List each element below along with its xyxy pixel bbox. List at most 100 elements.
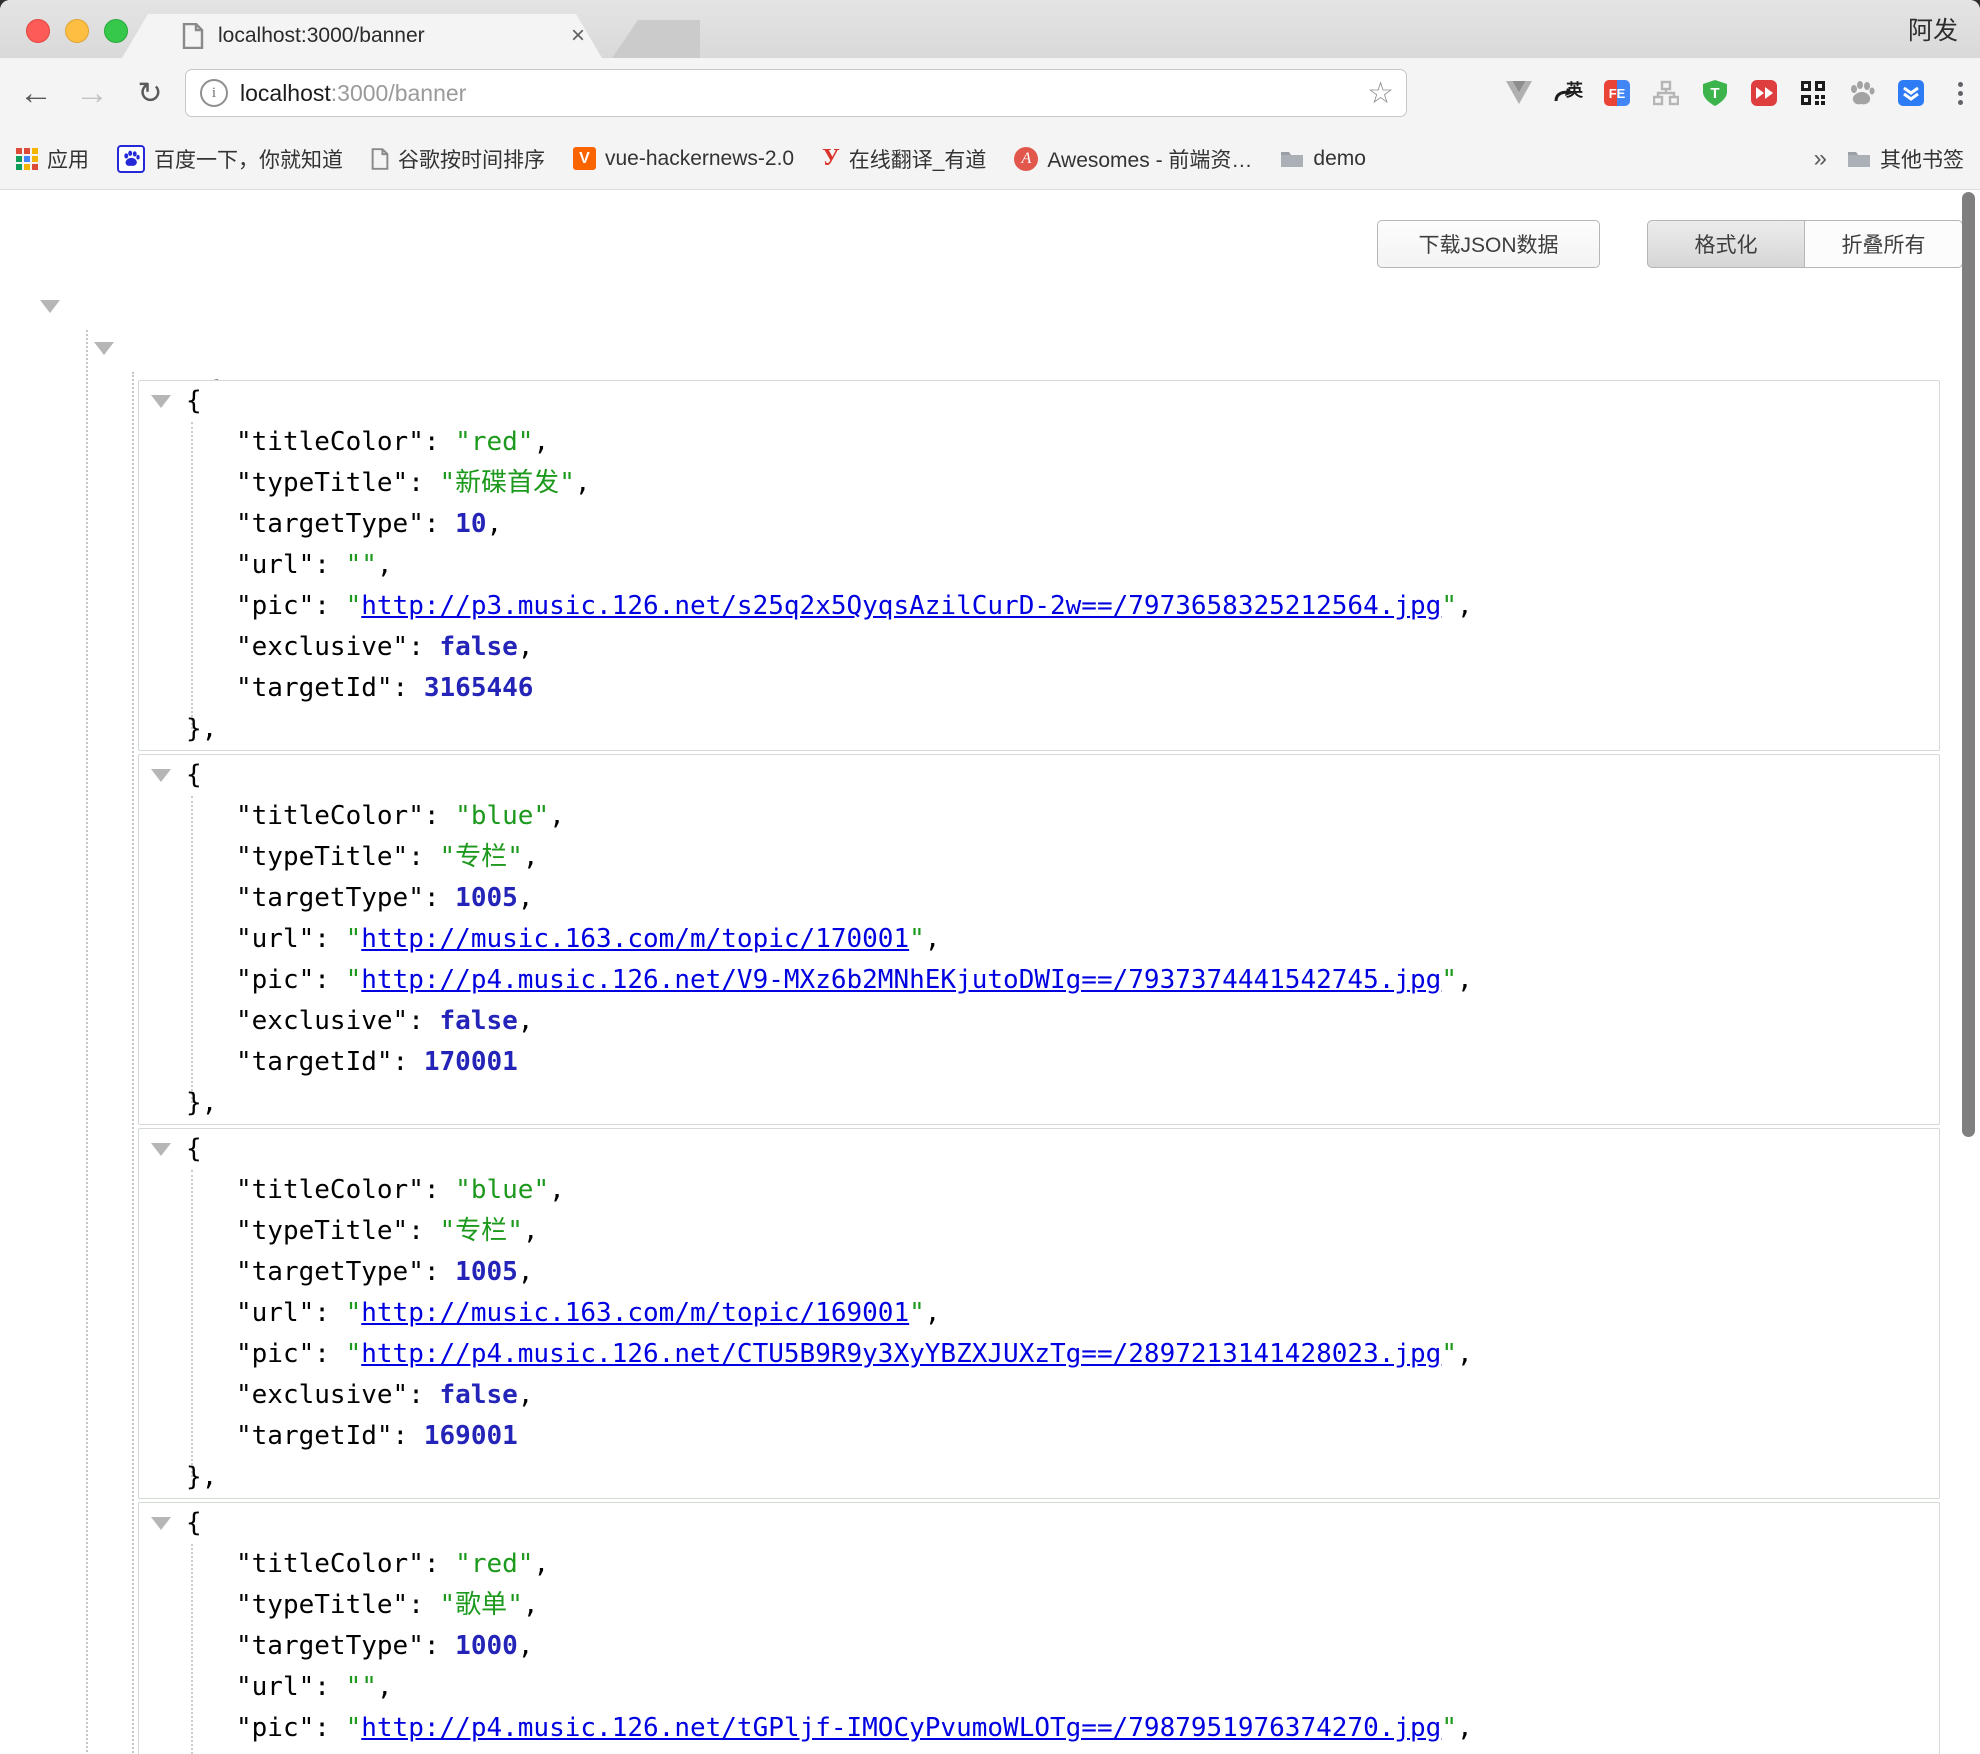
banner-object-box: {"titleColor": "red","typeTitle": "歌单","… — [138, 1502, 1940, 1754]
forward-button: → — [70, 58, 114, 128]
active-tab[interactable]: localhost:3000/banner × — [122, 14, 602, 58]
bookmark-awesomes[interactable]: A Awesomes - 前端资… — [1014, 144, 1252, 174]
folder-icon — [1280, 149, 1304, 168]
json-punct: }, — [186, 1462, 217, 1492]
json-punct: " — [455, 801, 471, 831]
paw-extension-icon[interactable] — [1848, 79, 1876, 107]
other-bookmarks-folder[interactable]: 其他书签 — [1847, 144, 1964, 174]
json-link-value[interactable]: http://p4.music.126.net/CTU5B9R9y3XyYBZX… — [361, 1339, 1441, 1369]
json-link-value[interactable]: http://music.163.com/m/topic/170001 — [361, 924, 909, 954]
collapse-triangle-icon[interactable] — [151, 1517, 171, 1530]
collapse-triangle-icon[interactable] — [94, 342, 114, 355]
json-punct: , — [1457, 591, 1473, 621]
json-punct: " — [518, 427, 534, 457]
indent-guide — [132, 372, 134, 1754]
json-punct: : — [424, 1549, 455, 1579]
bookmark-star-icon[interactable]: ☆ — [1367, 76, 1394, 111]
json-punct: " — [236, 632, 252, 662]
json-punct: : — [424, 509, 455, 539]
json-punct: , — [575, 468, 591, 498]
json-punct: " — [236, 1672, 252, 1702]
banner-object-box: {"titleColor": "blue","typeTitle": "专栏",… — [138, 754, 1940, 1125]
collapse-triangle-icon[interactable] — [151, 1143, 171, 1156]
browser-menu-icon[interactable] — [1946, 79, 1974, 107]
collapse-triangle-icon[interactable] — [151, 395, 171, 408]
json-punct: " — [909, 1298, 925, 1328]
bookmark-google-sort[interactable]: 谷歌按时间排序 — [371, 144, 545, 174]
zoom-window-button[interactable] — [104, 19, 128, 43]
json-string-value: red — [471, 427, 518, 457]
fast-forward-extension-icon[interactable] — [1750, 79, 1778, 107]
back-button[interactable]: ← — [14, 58, 58, 128]
collapse-triangle-icon[interactable] — [40, 300, 60, 313]
json-link-value[interactable]: http://p3.music.126.net/s25q2x5QyqsAzilC… — [361, 591, 1441, 621]
json-punct: " — [440, 842, 456, 872]
json-key: pic — [252, 1339, 299, 1369]
json-object-open-row: { — [139, 381, 1939, 422]
json-punct: " — [1441, 1713, 1457, 1743]
json-punct: , — [1457, 1339, 1473, 1369]
qr-code-extension-icon[interactable] — [1799, 79, 1827, 107]
bookmark-vue-hackernews[interactable]: V vue-hackernews-2.0 — [573, 147, 794, 171]
json-object-open-row: { — [139, 755, 1939, 796]
reload-button[interactable]: ↻ — [128, 58, 172, 128]
json-key: titleColor — [252, 1549, 409, 1579]
sitemap-extension-icon[interactable] — [1652, 79, 1680, 107]
json-punct: }, — [186, 714, 217, 744]
bookmarks-overflow-chevron[interactable]: » — [1814, 145, 1827, 173]
page-info-icon[interactable]: i — [200, 79, 228, 107]
tab-close-icon[interactable]: × — [562, 14, 594, 58]
json-punct: " — [346, 1713, 362, 1743]
json-link-value[interactable]: http://music.163.com/m/topic/169001 — [361, 1298, 909, 1328]
json-link-value[interactable]: http://p4.music.126.net/V9-MXz6b2MNhEKju… — [361, 965, 1441, 995]
page-content: 下载JSON数据 格式化 折叠所有 { "banners": [ {"title… — [0, 190, 1980, 1754]
json-key: titleColor — [252, 801, 409, 831]
json-link-value[interactable]: http://p4.music.126.net/tGPljf-IMOCyPvum… — [361, 1713, 1441, 1743]
json-punct: " — [236, 550, 252, 580]
bookmark-baidu[interactable]: 百度一下，你就知道 — [117, 144, 343, 174]
bookmarks-bar: 应用 百度一下，你就知道 谷歌按时间排序 V vue-hackernews-2.… — [0, 128, 1980, 190]
bookmark-folder-demo[interactable]: demo — [1280, 147, 1366, 171]
json-punct: : — [314, 965, 345, 995]
json-punct: " — [299, 1339, 315, 1369]
json-punct: " — [236, 965, 252, 995]
shield-extension-icon[interactable]: T — [1701, 79, 1729, 107]
address-bar[interactable]: i localhost :3000/banner ☆ — [185, 69, 1407, 117]
bookmark-youdao[interactable]: У 在线翻译_有道 — [822, 144, 986, 174]
collapse-triangle-icon[interactable] — [151, 769, 171, 782]
json-field-row: "titleColor": "blue", — [139, 796, 1939, 837]
clipper-extension-icon[interactable] — [1897, 79, 1925, 107]
json-punct: : — [408, 1590, 439, 1620]
json-field-row: "url": "", — [139, 545, 1939, 586]
profile-name[interactable]: 阿发 — [1908, 0, 1958, 58]
json-punct: , — [1457, 965, 1473, 995]
json-punct: " — [299, 1713, 315, 1743]
json-punct: " — [299, 550, 315, 580]
json-punct: " — [361, 550, 377, 580]
json-punct: , — [523, 1216, 539, 1246]
new-tab-button[interactable] — [612, 20, 700, 58]
url-path: :3000/banner — [331, 80, 467, 107]
close-window-button[interactable] — [26, 19, 50, 43]
json-field-row: "titleColor": "red", — [139, 422, 1939, 463]
json-field-row: "targetId": 170001 — [139, 1042, 1939, 1083]
json-punct: " — [346, 1298, 362, 1328]
vue-devtools-icon[interactable] — [1505, 79, 1533, 107]
json-field-row: "typeTitle": "专栏", — [139, 837, 1939, 878]
banners-array: {"titleColor": "red","typeTitle": "新碟首发"… — [0, 380, 1980, 1754]
json-punct: , — [549, 1175, 565, 1205]
json-field-row: "pic": "http://p4.music.126.net/V9-MXz6b… — [139, 960, 1939, 1001]
json-punct: : — [424, 1257, 455, 1287]
fe-extension-icon[interactable]: FE — [1603, 79, 1631, 107]
json-punct: " — [408, 883, 424, 913]
json-punct: : — [393, 673, 424, 703]
json-punct: : — [424, 801, 455, 831]
json-punct: " — [393, 842, 409, 872]
json-key: targetType — [252, 883, 409, 913]
minimize-window-button[interactable] — [65, 19, 89, 43]
bookmark-apps[interactable]: 应用 — [16, 144, 89, 174]
json-field-row: "exclusive": false, — [139, 1001, 1939, 1042]
json-punct: : — [393, 1421, 424, 1451]
translate-extension-icon[interactable]: 英 — [1554, 79, 1582, 107]
json-punct: : — [408, 842, 439, 872]
